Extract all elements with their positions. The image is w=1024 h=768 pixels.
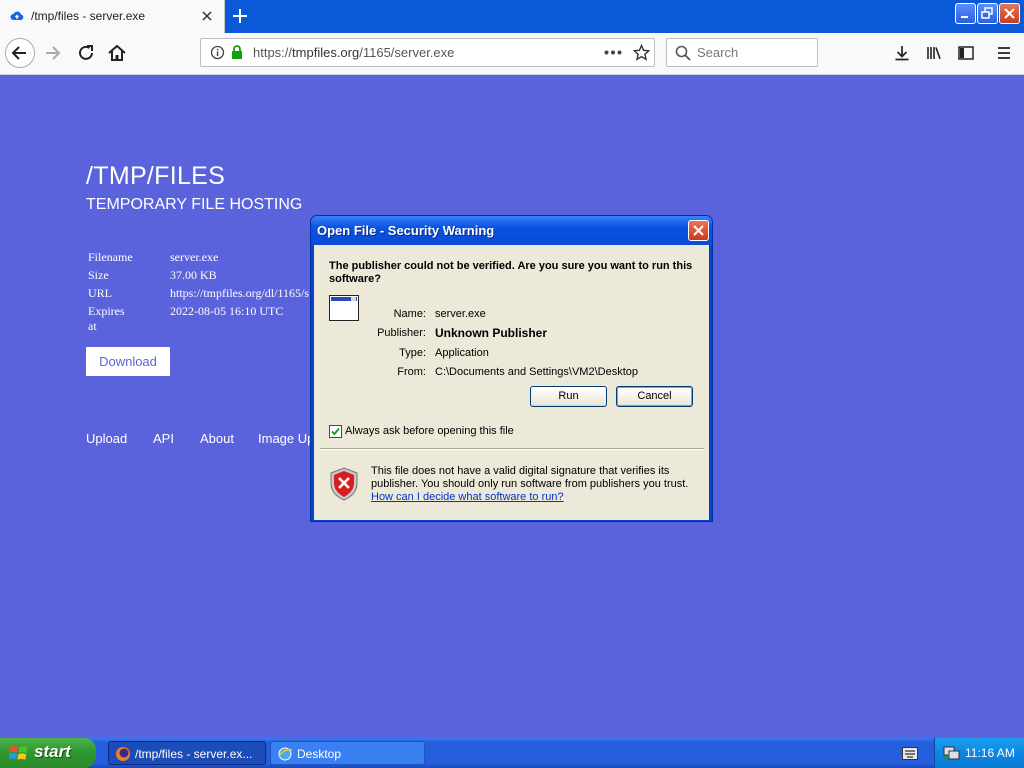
checkmark-icon (331, 427, 340, 436)
taskbar: start /tmp/files - server.ex... Desktop … (0, 738, 1024, 768)
run-button[interactable]: Run (530, 386, 607, 407)
restore-button[interactable] (977, 3, 998, 24)
taskbar-item-label: /tmp/files - server.ex... (135, 747, 253, 761)
search-icon (675, 45, 691, 61)
cloud-upload-icon (10, 11, 24, 20)
taskbar-item-label: Desktop (297, 747, 342, 761)
clock: 11:16 AM (965, 746, 1015, 760)
library-icon[interactable] (926, 45, 942, 61)
info-key: Filename (88, 250, 133, 264)
info-icon[interactable] (210, 45, 225, 60)
security-warning-dialog: Open File - Security Warning The publish… (310, 215, 713, 522)
system-tray: 11:16 AM (934, 738, 1024, 768)
info-key: Expires at (88, 304, 125, 333)
download-icon[interactable] (894, 45, 910, 61)
link-upload[interactable]: Upload (86, 431, 127, 446)
browser-tab[interactable]: /tmp/files - server.exe (0, 0, 225, 33)
arrow-left-icon (11, 46, 26, 60)
link-api[interactable]: API (153, 431, 174, 446)
field-label-type: Type: (399, 347, 426, 359)
more-actions-icon[interactable] (604, 50, 622, 55)
field-value-name: server.exe (435, 308, 486, 320)
restore-icon (981, 7, 993, 19)
firefox-icon (116, 747, 130, 761)
download-button[interactable]: Download (86, 347, 170, 376)
shield-warning-icon (330, 467, 358, 501)
field-label-from: From: (397, 366, 426, 378)
help-link[interactable]: How can I decide what software to run? (371, 491, 564, 503)
link-about[interactable]: About (200, 431, 234, 446)
info-key: Size (88, 268, 109, 282)
cancel-button[interactable]: Cancel (616, 386, 693, 407)
info-value: 2022-08-05 16:10 UTC (170, 304, 284, 318)
info-value: 37.00 KB (170, 268, 217, 282)
close-icon (1004, 8, 1015, 19)
info-value-url[interactable]: https://tmpfiles.org/dl/1165/s (170, 286, 309, 301)
search-bar[interactable]: Search (666, 38, 818, 67)
dialog-close-button[interactable] (688, 220, 709, 241)
checkbox-label[interactable]: Always ask before opening this file (345, 425, 514, 437)
forward-icon[interactable] (41, 41, 65, 65)
dialog-question: The publisher could not be verified. Are… (329, 260, 693, 285)
field-label-name: Name: (393, 308, 426, 320)
taskbar-item-browser[interactable]: /tmp/files - server.ex... (108, 741, 266, 765)
tab-close-icon[interactable] (200, 9, 214, 23)
dialog-body: The publisher could not be verified. Are… (314, 245, 709, 520)
home-icon[interactable] (105, 41, 129, 65)
search-placeholder: Search (697, 45, 739, 60)
back-button[interactable] (5, 38, 35, 68)
minimize-button[interactable] (955, 3, 976, 24)
reload-icon[interactable] (74, 41, 98, 65)
start-label: start (34, 742, 71, 761)
dialog-title: Open File - Security Warning (317, 223, 495, 238)
network-icon[interactable] (943, 745, 961, 761)
separator (320, 448, 704, 450)
link-image-upload[interactable]: Image Up (258, 431, 314, 446)
field-label-publisher: Publisher: (377, 327, 426, 339)
dialog-titlebar[interactable]: Open File - Security Warning (311, 216, 712, 245)
url-text[interactable]: https://tmpfiles.org/1165/server.exe (253, 45, 454, 60)
page-subtitle: TEMPORARY FILE HOSTING (86, 196, 303, 213)
field-value-type: Application (435, 347, 489, 359)
warning-message: This file does not have a valid digital … (371, 465, 691, 504)
minimize-icon (961, 16, 968, 18)
taskbar-item-desktop[interactable]: Desktop (270, 741, 425, 765)
internet-explorer-icon (278, 747, 293, 761)
sidebar-icon[interactable] (958, 45, 974, 61)
lock-icon[interactable] (230, 45, 244, 60)
field-value-from: C:\Documents and Settings\VM2\Desktop (435, 366, 638, 378)
address-bar[interactable]: https://tmpfiles.org/1165/server.exe (200, 38, 655, 67)
new-tab-icon[interactable] (232, 8, 248, 24)
info-value: server.exe (170, 250, 219, 264)
start-button[interactable]: start (0, 738, 96, 768)
close-icon (693, 225, 704, 236)
info-key: URL (88, 286, 112, 300)
bookmark-star-icon[interactable] (633, 44, 650, 61)
navigation-bar: https://tmpfiles.org/1165/server.exe Sea… (0, 33, 1024, 75)
tab-bar: /tmp/files - server.exe (0, 0, 1024, 33)
window-close-button[interactable] (999, 3, 1020, 24)
menu-icon[interactable] (996, 45, 1012, 61)
field-value-publisher: Unknown Publisher (435, 326, 548, 340)
always-ask-checkbox[interactable] (329, 425, 342, 438)
page-title: /TMP/FILES (86, 162, 226, 190)
windows-logo-icon (9, 746, 28, 760)
keyboard-icon[interactable] (902, 747, 918, 760)
warning-text: This file does not have a valid digital … (371, 465, 689, 490)
tab-title: /tmp/files - server.exe (31, 9, 146, 23)
